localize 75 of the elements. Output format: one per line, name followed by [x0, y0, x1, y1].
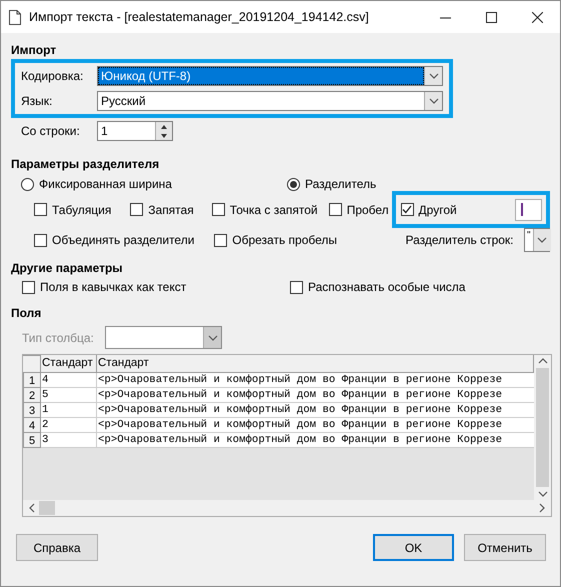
radio-label: Разделитель	[305, 177, 376, 191]
section-heading: Импорт	[11, 42, 58, 59]
row-number: 3	[23, 403, 41, 418]
horizontal-scrollbar[interactable]	[23, 500, 551, 516]
chevron-right-icon	[539, 503, 545, 513]
chevron-down-icon	[428, 98, 438, 104]
table-cell: <p>Очаровательный и комфортный дом во Франции в регионе Коррезе	[97, 433, 534, 448]
chevron-up-icon	[538, 358, 548, 364]
column-header[interactable]: Стандарт	[41, 355, 97, 373]
checkbox[interactable]	[214, 234, 228, 246]
chevron-down-icon	[538, 491, 548, 497]
checkbox[interactable]	[212, 203, 225, 216]
corner-cell[interactable]	[23, 355, 41, 373]
section-heading: Другие параметры	[11, 260, 124, 277]
checkbox-label: Поля в кавычках как текст	[40, 280, 186, 294]
radio-button[interactable]	[21, 178, 34, 190]
text-cursor-icon	[521, 203, 523, 216]
checkbox[interactable]	[130, 203, 144, 216]
chevron-down-icon	[428, 73, 438, 79]
table-cell: 3	[41, 433, 97, 448]
chevron-left-icon	[29, 503, 35, 513]
section-heading: Поля	[11, 305, 42, 322]
row-number: 5	[23, 433, 41, 448]
checkbox-label: Другой	[418, 202, 457, 216]
window-title: Импорт текста - [realestatemanager_20191204_194142.csv]	[29, 10, 370, 24]
row-number: 1	[23, 373, 41, 388]
checkbox[interactable]	[34, 203, 47, 216]
checkbox[interactable]	[328, 203, 342, 216]
table-cell: <p>Очаровательный и комфортный дом во Франции в регионе Коррезе	[97, 373, 534, 388]
row-number: 2	[23, 388, 41, 403]
close-icon	[532, 12, 542, 22]
radio-label: Фиксированная ширина	[39, 177, 172, 191]
checkbox[interactable]	[22, 280, 35, 294]
checkbox-label: Точка с запятой	[230, 202, 318, 216]
dialog-button[interactable]: OK	[373, 534, 454, 561]
document-icon	[9, 10, 21, 24]
scrollbar-thumb[interactable]	[39, 501, 55, 515]
field-label: Кодировка:	[21, 69, 84, 83]
scrollbar-thumb[interactable]	[536, 368, 549, 487]
spin-field[interactable]: 1	[97, 121, 173, 141]
field-label: Тип столбца:	[22, 330, 95, 344]
text-field[interactable]	[515, 198, 542, 220]
checkbox-label: Запятая	[148, 202, 194, 216]
checkbox-label: Обрезать пробелы	[232, 233, 338, 247]
checkbox-label: Объединять разделители	[52, 233, 194, 247]
checkbox-label: Распознавать особые числа	[308, 280, 466, 294]
column-header[interactable]: Стандарт	[97, 355, 534, 373]
checkbox[interactable]	[290, 280, 303, 294]
dropdown[interactable]: "	[524, 228, 550, 252]
table-cell: <p>Очаровательный и комфортный дом во Франции в регионе Коррезе	[97, 403, 534, 418]
checkbox[interactable]	[400, 203, 414, 216]
section-heading: Параметры разделителя	[11, 156, 160, 173]
table-cell: 5	[41, 388, 97, 403]
table-cell: <p>Очаровательный и комфортный дом во Франции в регионе Коррезе	[97, 418, 534, 433]
row-number: 4	[23, 418, 41, 433]
checkbox-label: Табуляция	[52, 202, 112, 216]
checkbox-label: Пробел	[346, 202, 389, 216]
maximize-icon	[486, 12, 496, 22]
table-cell: 4	[41, 373, 97, 388]
dialog-button[interactable]: Отменить	[464, 534, 546, 561]
field-label: Со строки:	[21, 124, 81, 138]
dropdown[interactable]: Юникод (UTF-8)	[97, 66, 443, 86]
checkbox[interactable]	[34, 234, 47, 246]
dropdown[interactable]: Русский	[97, 91, 443, 111]
chevron-down-icon	[537, 237, 548, 243]
radio-button[interactable]	[287, 178, 300, 190]
chevron-down-icon	[208, 334, 218, 340]
table-cell: 1	[41, 403, 97, 418]
field-label: Разделитель строк:	[405, 233, 515, 247]
table-cell: 2	[41, 418, 97, 433]
vertical-scrollbar[interactable]	[534, 355, 551, 500]
dialog-button[interactable]: Справка	[16, 534, 98, 561]
dropdown[interactable]	[105, 326, 222, 349]
table-cell: <p>Очаровательный и комфортный дом во Франции в регионе Коррезе	[97, 388, 534, 403]
field-label: Язык:	[21, 94, 54, 108]
